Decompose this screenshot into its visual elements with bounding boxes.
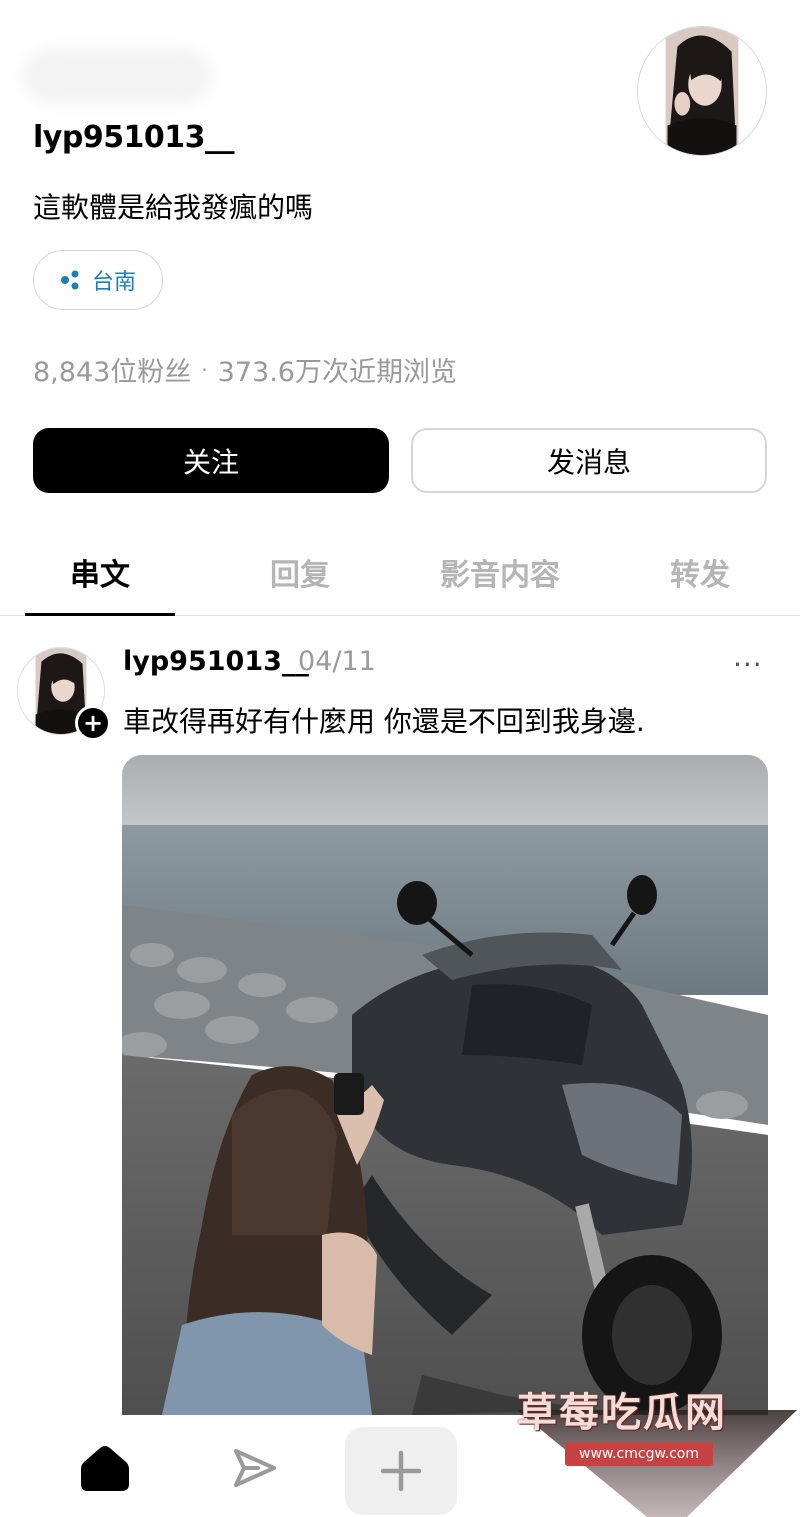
post-image[interactable]: [122, 755, 768, 1415]
add-icon: [380, 1450, 422, 1492]
profile-bio: 這軟體是給我發瘋的嗎: [33, 191, 314, 224]
stats-separator: ·: [201, 357, 208, 382]
avatar-image: [638, 27, 766, 155]
followers-count[interactable]: 8,843位粉丝: [33, 350, 191, 389]
send-icon: [234, 1449, 276, 1487]
tab-replies[interactable]: 回复: [200, 550, 400, 594]
blurred-header: [22, 48, 212, 104]
tab-threads[interactable]: 串文: [0, 550, 200, 594]
watermark-title: 草莓吃瓜网: [517, 1390, 727, 1436]
profile-stats: 8,843位粉丝 · 373.6万次近期浏览: [33, 350, 457, 389]
nav-send[interactable]: [220, 1433, 290, 1503]
follow-plus-badge[interactable]: +: [75, 705, 111, 741]
profile-username: lyp951013__: [33, 120, 235, 155]
message-button[interactable]: 发消息: [411, 428, 767, 493]
location-label: 台南: [91, 270, 136, 295]
tab-reposts[interactable]: 转发: [600, 550, 800, 594]
watermark-url: www.cmcgw.com: [565, 1442, 713, 1466]
active-tab-indicator: [25, 613, 175, 616]
more-options-icon[interactable]: ···: [733, 648, 763, 681]
post-username[interactable]: lyp951013__: [123, 646, 309, 677]
home-icon: [81, 1446, 129, 1491]
nav-home[interactable]: [70, 1433, 140, 1503]
location-chip[interactable]: 台南: [33, 250, 163, 310]
motorcycle-photo: [122, 755, 768, 1415]
follow-button[interactable]: 关注: [33, 428, 389, 493]
views-count: 373.6万次近期浏览: [217, 357, 457, 388]
post-text: 車改得再好有什麼用 你還是不回到我身邊.: [123, 705, 645, 738]
profile-tabs: 串文 回复 影音内容 转发: [0, 540, 800, 616]
watermark: 草莓吃瓜网 www.cmcgw.com: [507, 1380, 800, 1517]
nav-add[interactable]: [345, 1427, 457, 1515]
threads-dots-icon: [60, 270, 79, 290]
post-date: 04/11: [298, 646, 376, 677]
tab-media[interactable]: 影音内容: [400, 550, 600, 594]
profile-avatar[interactable]: [637, 26, 767, 156]
